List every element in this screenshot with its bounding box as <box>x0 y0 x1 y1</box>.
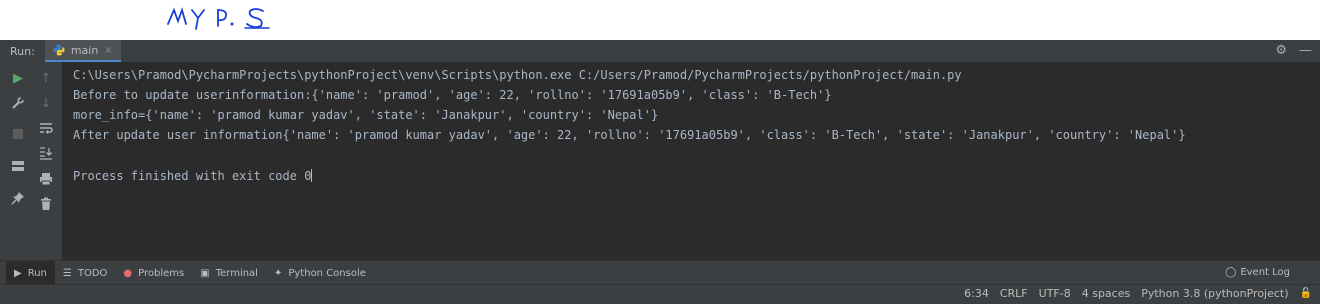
scroll-to-end-icon[interactable] <box>38 145 54 161</box>
pin-icon[interactable] <box>10 190 26 206</box>
tab-problems-label: Problems <box>138 267 185 279</box>
handwritten-annotation <box>167 7 270 30</box>
tab-python-console[interactable]: ✦ Python Console <box>266 261 374 285</box>
tab-terminal[interactable]: ▣ Terminal <box>192 261 266 285</box>
event-log-icon: ◯ <box>1225 267 1237 278</box>
python-console-icon: ✦ <box>273 267 283 279</box>
top-strip <box>0 30 1320 40</box>
file-encoding[interactable]: UTF-8 <box>1039 287 1071 300</box>
exit-message: Process finished with exit code 0 <box>73 169 312 183</box>
minimize-icon[interactable]: — <box>1299 43 1312 58</box>
tab-todo-label: TODO <box>77 267 108 279</box>
tab-main[interactable]: main × <box>44 40 121 62</box>
console-line: After update user information{'name': 'p… <box>73 128 1186 142</box>
run-tool-window-header: Run: main × ⚙ — <box>0 40 1320 63</box>
rerun-icon[interactable]: ▶ <box>10 70 26 86</box>
console-line-exit: Process finished with exit code 0 <box>73 169 313 183</box>
tab-run-label: Run <box>27 267 47 279</box>
indent-setting[interactable]: 4 spaces <box>1082 287 1131 300</box>
run-toolbar: ▶ ↑ ↓ <box>0 62 62 260</box>
tab-terminal-label: Terminal <box>215 267 258 279</box>
event-log-label: Event Log <box>1240 267 1290 278</box>
tool-window-bar: ▶ Run ☰ TODO ● Problems ▣ Terminal ✦ Pyt… <box>0 260 1320 285</box>
event-log-button[interactable]: ◯ Event Log <box>1225 267 1290 278</box>
gear-icon[interactable]: ⚙ <box>1275 43 1287 58</box>
python-file-icon <box>53 44 65 56</box>
tab-main-label: main <box>70 43 99 57</box>
todo-icon: ☰ <box>62 267 72 279</box>
run-label: Run: <box>10 44 35 58</box>
trash-icon[interactable] <box>38 196 54 212</box>
soft-wrap-icon[interactable] <box>38 120 54 136</box>
wrench-icon[interactable] <box>10 95 26 111</box>
down-arrow-icon[interactable]: ↓ <box>38 95 54 111</box>
tab-run[interactable]: ▶ Run <box>6 261 55 285</box>
python-interpreter[interactable]: Python 3.8 (pythonProject) <box>1141 287 1288 300</box>
line-separator[interactable]: CRLF <box>1000 287 1028 300</box>
console-line: more_info={'name': 'pramod kumar yadav',… <box>73 108 659 122</box>
print-icon[interactable] <box>38 171 54 187</box>
lock-icon[interactable]: 🔓 <box>1300 288 1312 299</box>
up-arrow-icon[interactable]: ↑ <box>38 70 54 86</box>
console-line: C:\Users\Pramod\PycharmProjects\pythonPr… <box>73 68 962 82</box>
terminal-icon: ▣ <box>200 267 210 279</box>
tab-todo[interactable]: ☰ TODO <box>55 261 116 285</box>
problems-icon: ● <box>123 267 133 279</box>
caret-position[interactable]: 6:34 <box>964 287 989 300</box>
console-line: Before to update userinformation:{'name'… <box>73 88 832 102</box>
console-output[interactable]: C:\Users\Pramod\PycharmProjects\pythonPr… <box>62 62 1320 260</box>
tab-problems[interactable]: ● Problems <box>115 261 192 285</box>
tab-python-console-label: Python Console <box>288 267 366 279</box>
stop-icon[interactable] <box>10 126 26 142</box>
layout-icon[interactable] <box>10 158 26 174</box>
run-icon: ▶ <box>14 267 22 279</box>
close-icon[interactable]: × <box>104 45 112 56</box>
text-cursor <box>311 169 313 182</box>
status-bar: 6:34 CRLF UTF-8 4 spaces Python 3.8 (pyt… <box>0 284 1320 304</box>
